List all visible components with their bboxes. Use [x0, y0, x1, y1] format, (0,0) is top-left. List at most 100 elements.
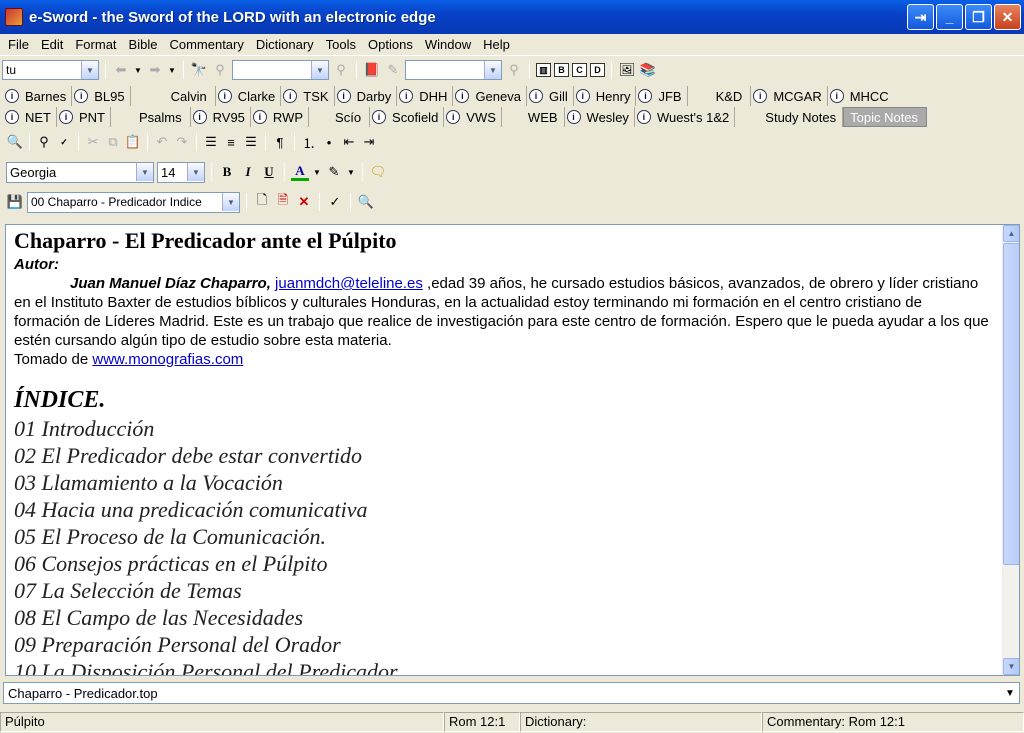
author-email-link[interactable]: juanmdch@teleline.es [275, 275, 423, 292]
minimize-button[interactable]: _ [936, 4, 963, 30]
font-color-button[interactable]: A [291, 163, 309, 181]
find-page-icon[interactable]: 🔍 [6, 133, 24, 151]
spellcheck-icon[interactable]: ✓ [55, 133, 73, 151]
tab-calvin[interactable]: Calvin [131, 86, 216, 106]
dictionary-book-icon[interactable]: 📕 [363, 61, 381, 79]
scroll-thumb[interactable] [1003, 243, 1019, 565]
layout-d-icon[interactable]: D [590, 63, 605, 77]
tab-wuest[interactable]: i Wuest's 1&2 [635, 107, 736, 127]
note-icon[interactable]: 🗨 [369, 163, 387, 181]
menu-commentary[interactable]: Commentary [163, 35, 249, 55]
tab-tsk[interactable]: i TSK [281, 86, 335, 106]
edit-document-icon[interactable]: 🗎 [274, 192, 292, 211]
delete-icon[interactable]: ✕ [295, 193, 313, 211]
align-right-icon[interactable]: ☰ [242, 133, 260, 151]
layout-parallel-icon[interactable]: ▥ [536, 63, 551, 77]
topic-note-editor[interactable]: Chaparro - El Predicador ante el Púlpito… [5, 224, 1020, 676]
search-next-icon[interactable]: ⚲ [211, 61, 229, 79]
topic-select[interactable]: 00 Chaparro - Predicador Indice ▼ [27, 191, 240, 213]
tab-scio[interactable]: Scío [309, 107, 371, 127]
highlight-dropdown-icon[interactable]: ▼ [346, 163, 356, 181]
floppy-disk-icon[interactable]: 💾 [6, 193, 24, 211]
chevron-down-icon[interactable]: ▼ [136, 163, 153, 181]
chevron-down-icon[interactable]: ▼ [81, 61, 98, 79]
forward-dropdown-icon[interactable]: ▼ [167, 61, 177, 79]
font-color-dropdown-icon[interactable]: ▼ [312, 163, 322, 181]
spellcheck-icon[interactable]: ✓ [326, 193, 344, 211]
menu-file[interactable]: File [2, 35, 35, 55]
chevron-down-icon[interactable]: ▼ [187, 163, 204, 181]
tab-kd[interactable]: K&D [688, 86, 752, 106]
numbered-list-icon[interactable]: ⒈ [300, 133, 318, 151]
tab-net[interactable]: i NET [3, 107, 57, 127]
tab-scofield[interactable]: i Scofield [370, 107, 445, 127]
copy-icon[interactable]: ⧉ [104, 133, 122, 151]
paragraph-icon[interactable]: ¶ [271, 133, 289, 151]
menu-options[interactable]: Options [362, 35, 419, 55]
source-website-link[interactable]: www.monografias.com [92, 351, 243, 368]
paste-icon[interactable]: 📋 [124, 133, 142, 151]
outdent-icon[interactable]: ⇤ [340, 133, 358, 151]
undo-icon[interactable]: ↶ [153, 133, 171, 151]
menu-bible[interactable]: Bible [123, 35, 164, 55]
forward-arrow-icon[interactable]: ➡ [146, 61, 164, 79]
dictionary-combo[interactable]: ▼ [405, 60, 502, 80]
tab-jfb[interactable]: i JFB [636, 86, 688, 106]
font-family-select[interactable]: Georgia ▼ [6, 161, 154, 183]
tab-dhh[interactable]: i DHH [397, 86, 454, 106]
tab-rwp[interactable]: i RWP [251, 107, 310, 127]
redo-icon[interactable]: ↷ [173, 133, 191, 151]
tab-pnt[interactable]: i PNT [57, 107, 111, 127]
menu-window[interactable]: Window [419, 35, 477, 55]
tab-bl95[interactable]: i BL95 [72, 86, 131, 106]
chevron-down-icon[interactable]: ▼ [1001, 683, 1019, 703]
tab-web[interactable]: WEB [502, 107, 565, 127]
align-center-icon[interactable]: ≡ [222, 133, 240, 151]
document-content[interactable]: Chaparro - El Predicador ante el Púlpito… [14, 227, 989, 675]
cut-icon[interactable]: ✂ [84, 133, 102, 151]
scroll-up-icon[interactable]: ▲ [1003, 225, 1019, 242]
tab-darby[interactable]: i Darby [335, 86, 398, 106]
tab-barnes[interactable]: i Barnes [3, 86, 73, 106]
layout-b-icon[interactable]: B [554, 63, 569, 77]
new-document-icon[interactable]: 🗋 [253, 192, 271, 211]
vertical-scrollbar[interactable]: ▲ ▼ [1002, 225, 1019, 675]
tab-vws[interactable]: i VWS [444, 107, 502, 127]
align-left-icon[interactable]: ☰ [202, 133, 220, 151]
menu-format[interactable]: Format [69, 35, 122, 55]
binoculars-icon[interactable]: ⚲ [35, 133, 53, 151]
back-dropdown-icon[interactable]: ▼ [133, 61, 143, 79]
tab-wesley[interactable]: i Wesley [565, 107, 635, 127]
go-reference-icon[interactable]: ⚲ [332, 61, 350, 79]
scroll-down-icon[interactable]: ▼ [1003, 658, 1019, 675]
close-button[interactable]: ✕ [994, 4, 1021, 30]
back-arrow-icon[interactable]: ⬅ [112, 61, 130, 79]
tab-henry[interactable]: i Henry [574, 86, 637, 106]
chevron-down-icon[interactable]: ▼ [311, 61, 328, 79]
magnifier-icon[interactable]: 🔍 [357, 193, 375, 211]
tab-topic-notes[interactable]: Topic Notes [843, 107, 928, 127]
tab-gill[interactable]: i Gill [527, 86, 574, 106]
tab-clarke[interactable]: i Clarke [216, 86, 282, 106]
bullet-list-icon[interactable]: • [320, 133, 338, 151]
chevron-down-icon[interactable]: ▼ [222, 193, 239, 211]
menu-edit[interactable]: Edit [35, 35, 69, 55]
tab-psalms[interactable]: Psalms [111, 107, 191, 127]
dictionary-lookup-icon[interactable]: ✎ [384, 61, 402, 79]
chevron-down-icon[interactable]: ▼ [484, 61, 501, 79]
layout-c-icon[interactable]: C [572, 63, 587, 77]
menu-help[interactable]: Help [477, 35, 516, 55]
underline-button[interactable]: U [260, 163, 278, 181]
indent-icon[interactable]: ⇥ [360, 133, 378, 151]
picture-icon[interactable]: 🖼 [618, 61, 636, 79]
library-books-icon[interactable]: 📚 [639, 61, 657, 79]
tab-geneva[interactable]: i Geneva [453, 86, 527, 106]
restore-tile-icon[interactable]: ⇥ [907, 4, 934, 30]
bold-button[interactable]: B [218, 163, 236, 181]
binoculars-icon[interactable]: 🔭 [190, 61, 208, 79]
title-bar[interactable]: e-Sword - the Sword of the LORD with an … [0, 0, 1024, 34]
menu-dictionary[interactable]: Dictionary [250, 35, 320, 55]
font-size-select[interactable]: 14 ▼ [157, 161, 205, 183]
highlighter-icon[interactable]: ✎ [325, 163, 343, 181]
menu-tools[interactable]: Tools [320, 35, 362, 55]
